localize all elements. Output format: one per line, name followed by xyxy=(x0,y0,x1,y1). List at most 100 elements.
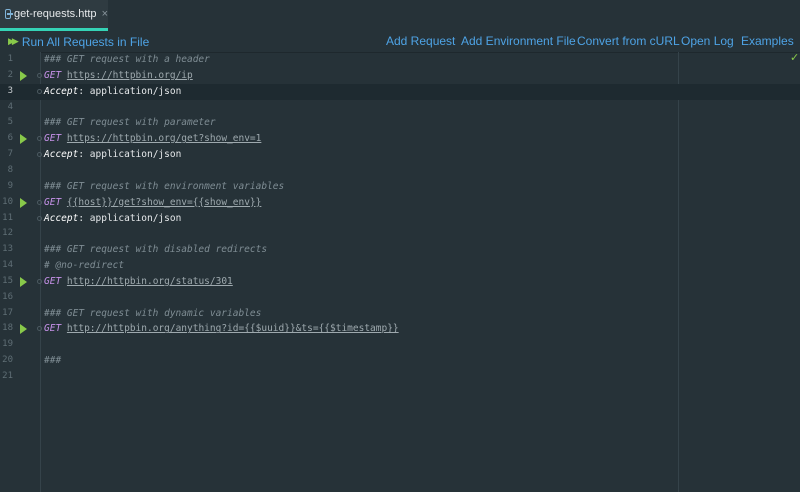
code-line[interactable]: 15 GET http://httpbin.org/status/301 xyxy=(0,274,800,290)
fold-marker-icon[interactable] xyxy=(37,278,42,284)
request-url[interactable]: http://httpbin.org/anything?id={{$uuid}}… xyxy=(67,323,399,334)
run-request-icon[interactable] xyxy=(20,276,27,287)
run-request-icon[interactable] xyxy=(20,134,27,145)
line-number: 17 xyxy=(2,307,13,318)
run-request-icon[interactable] xyxy=(20,70,27,81)
comment-text: ### GET request with environment variabl… xyxy=(44,180,285,192)
fold-marker-icon[interactable] xyxy=(37,136,42,142)
code-line[interactable]: 6 GET https://httpbin.org/get?show_env=1 xyxy=(0,131,800,147)
code-text: ### GET request with parameter xyxy=(44,117,216,128)
comment-text: ### GET request with a header xyxy=(44,54,210,65)
line-number: 9 xyxy=(7,180,13,191)
fold-marker-icon[interactable] xyxy=(37,326,42,332)
code-line[interactable]: 17 ### GET request with dynamic variables xyxy=(0,306,800,322)
line-number: 10 xyxy=(2,196,13,207)
code-line[interactable]: 2 GET https://httpbin.org/ip xyxy=(0,68,800,84)
line-number: 7 xyxy=(7,149,13,160)
fold-marker-icon[interactable] xyxy=(37,88,42,94)
code-line[interactable]: 8 xyxy=(0,163,800,179)
add-environment-file-button[interactable]: Add Environment File xyxy=(461,34,576,48)
line-number: 21 xyxy=(2,371,13,381)
run-all-button[interactable]: ▶▶ Run All Requests in File xyxy=(8,31,149,52)
line-number: 12 xyxy=(2,228,13,239)
examples-button[interactable]: Examples xyxy=(741,34,794,48)
line-number: 13 xyxy=(2,244,13,255)
code-text: ### GET request with a header xyxy=(44,54,210,65)
code-text: ### GET request with dynamic variables xyxy=(44,308,261,319)
code-line[interactable]: 1 ### GET request with a header xyxy=(0,52,800,68)
request-url[interactable]: http://httpbin.org/status/301 xyxy=(67,276,233,287)
line-number: 19 xyxy=(2,339,13,350)
header-value: application/json xyxy=(89,212,182,224)
http-method: GET xyxy=(44,323,62,335)
code-text: GET https://httpbin.org/get?show_env=1 xyxy=(44,133,261,144)
code-line[interactable]: 21 xyxy=(0,369,800,385)
fold-marker-icon[interactable] xyxy=(37,152,42,158)
code-line[interactable]: 14 # @no-redirect xyxy=(0,258,800,274)
line-number: 20 xyxy=(2,355,13,366)
close-icon[interactable]: × xyxy=(102,8,108,20)
convert-from-curl-button[interactable]: Convert from cURL xyxy=(577,34,680,48)
comment-text: # @no-redirect xyxy=(44,260,125,272)
request-url[interactable]: https://httpbin.org/get?show_env=1 xyxy=(67,133,261,144)
tab-title: get-requests.http xyxy=(14,8,97,20)
comment-text: ### GET request with disabled redirects xyxy=(44,244,268,256)
tab-get-requests[interactable]: get-requests.http × xyxy=(0,0,108,31)
comment-text: ### xyxy=(44,355,62,367)
http-method: GET xyxy=(44,69,62,81)
code-line[interactable]: 16 xyxy=(0,290,800,306)
http-method: GET xyxy=(44,133,62,145)
fold-marker-icon[interactable] xyxy=(37,199,42,205)
tab-bar: get-requests.http × xyxy=(0,0,800,32)
fold-marker-icon[interactable] xyxy=(37,215,42,221)
code-text: # @no-redirect xyxy=(44,260,124,271)
line-number: 6 xyxy=(7,133,13,144)
code-text: ### GET request with environment variabl… xyxy=(44,181,284,192)
run-all-icon: ▶▶ xyxy=(8,36,19,46)
line-number: 18 xyxy=(2,323,13,334)
comment-text: ### GET request with parameter xyxy=(44,117,216,129)
http-method: GET xyxy=(44,196,62,208)
comment-text: ### GET request with dynamic variables xyxy=(44,307,262,319)
code-line[interactable]: 13 ### GET request with disabled redirect… xyxy=(0,242,800,258)
code-line[interactable]: 5 ### GET request with parameter xyxy=(0,115,800,131)
header-name: Accept xyxy=(44,149,79,161)
code-text: GET http://httpbin.org/anything?id={{$uu… xyxy=(44,323,399,334)
run-request-icon[interactable] xyxy=(20,324,27,335)
code-text: GET http://httpbin.org/status/301 xyxy=(44,276,233,287)
run-request-icon[interactable] xyxy=(20,197,27,208)
line-number: 5 xyxy=(7,117,13,128)
code-line[interactable]: 20 ### xyxy=(0,353,800,369)
request-url[interactable]: https://httpbin.org/ip xyxy=(67,70,193,81)
code-text: Accept: application/json xyxy=(44,85,182,97)
code-line[interactable]: 11 Accept: application/json xyxy=(0,211,800,227)
request-url[interactable]: {{host}}/get?show_env={{show_env}} xyxy=(67,197,261,208)
code-line[interactable]: 9 ### GET request with environment variab… xyxy=(0,179,800,195)
fold-marker-icon[interactable] xyxy=(37,72,42,78)
code-line[interactable]: 10 GET {{host}}/get?show_env={{show_env}} xyxy=(0,195,800,211)
code-line[interactable]: 12 xyxy=(0,226,800,242)
open-log-button[interactable]: Open Log xyxy=(681,34,734,48)
code-text: GET {{host}}/get?show_env={{show_env}} xyxy=(44,197,261,208)
line-number: 2 xyxy=(7,69,13,80)
run-all-label: Run All Requests in File xyxy=(21,34,150,49)
line-number: 16 xyxy=(2,291,13,302)
code-text: GET https://httpbin.org/ip xyxy=(44,70,193,81)
code-line[interactable]: 3 Accept: application/json xyxy=(0,83,800,100)
code-line[interactable]: 4 xyxy=(0,100,800,116)
header-value: application/json xyxy=(89,85,182,97)
add-request-button[interactable]: Add Request xyxy=(386,34,455,48)
line-number: 14 xyxy=(2,260,13,271)
line-number: 1 xyxy=(7,54,13,64)
http-file-icon xyxy=(5,9,13,19)
code-text: Accept: application/json xyxy=(44,149,182,161)
code-line[interactable]: 7 Accept: application/json xyxy=(0,147,800,163)
line-number: 4 xyxy=(7,101,13,112)
code-text: ### GET request with disabled redirects xyxy=(44,244,267,255)
header-value: application/json xyxy=(89,149,182,161)
header-name: Accept xyxy=(44,212,79,224)
code-line[interactable]: 18 GET http://httpbin.org/anything?id={{$… xyxy=(0,321,800,337)
code-line[interactable]: 19 xyxy=(0,337,800,353)
http-toolbar: ▶▶ Run All Requests in File Add Request … xyxy=(0,31,800,53)
line-number: 15 xyxy=(2,275,13,286)
